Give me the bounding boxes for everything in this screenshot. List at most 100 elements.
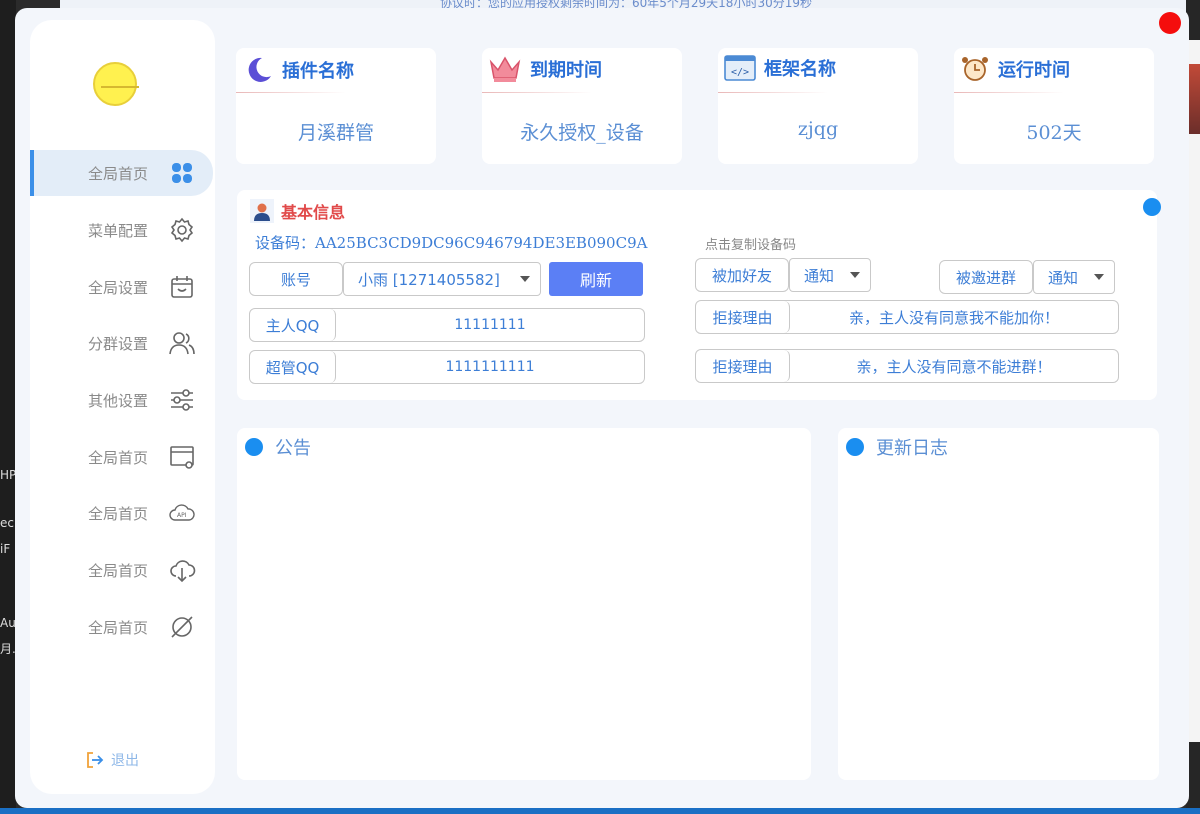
admin-qq-input[interactable]	[336, 351, 644, 383]
notice-title: 公告	[275, 438, 311, 459]
stat-card-runtime: 运行时间 502天	[954, 48, 1154, 164]
background-fragment: 月..	[0, 642, 16, 656]
sidebar-item-home-3[interactable]: 全局首页 API	[30, 490, 213, 536]
reject-reason-group-input[interactable]	[790, 350, 1118, 382]
stat-card-expire: 到期时间 永久授权_设备	[482, 48, 682, 164]
grid-icon	[172, 163, 192, 183]
background-fragment: ec	[0, 516, 14, 530]
chevron-down-icon	[850, 272, 860, 278]
user-profile-icon	[250, 199, 274, 223]
background-left-strip: HP ec iF Au 月..	[0, 0, 16, 814]
owner-qq-label: 主人QQ	[250, 309, 336, 341]
sidebar-item-menu-config[interactable]: 菜单配置	[30, 207, 213, 253]
logout-button[interactable]: 退出	[85, 750, 139, 770]
admin-qq-field: 超管QQ	[249, 350, 645, 384]
sidebar-item-global-settings[interactable]: 全局设置	[30, 264, 213, 310]
sliders-icon	[171, 389, 193, 411]
sidebar-item-label: 全局首页	[88, 164, 149, 183]
group-invite-select-value: 通知	[1048, 268, 1079, 287]
sidebar-item-home-4[interactable]: 全局首页	[30, 547, 213, 593]
sidebar-item-other-settings[interactable]: 其他设置	[30, 377, 213, 423]
group-invite-label-box: 被邀进群	[939, 260, 1033, 294]
users-icon	[169, 332, 195, 355]
basic-info-panel: 基本信息 设备码：AA25BC3CD9DC96C946794DE3EB090C9…	[237, 190, 1161, 400]
browser-gear-icon	[170, 446, 194, 469]
owner-qq-input[interactable]	[336, 309, 644, 341]
friend-add-select-value: 通知	[804, 266, 835, 285]
reject-reason-label: 拒接理由	[696, 350, 790, 382]
friend-add-label-box: 被加好友	[695, 258, 789, 292]
stat-value: zjqg	[797, 118, 839, 140]
account-label-box: 账号	[249, 262, 343, 296]
notice-dot	[245, 438, 263, 456]
account-select[interactable]: 小雨 [1271405582]	[343, 262, 541, 296]
moon-icon	[248, 57, 271, 82]
sidebar-item-label: 其他设置	[88, 391, 149, 410]
background-fragment: HP	[0, 468, 16, 482]
sidebar-item-label: 全局设置	[88, 278, 149, 297]
sidebar: 全局首页 菜单配置 全局设置 分群设置 其他设置 全局首页 全局首页 API 全…	[30, 20, 215, 794]
cloud-download-icon	[170, 560, 196, 583]
sidebar-item-label: 全局首页	[88, 618, 149, 637]
sidebar-item-home-2[interactable]: 全局首页	[30, 434, 213, 480]
copy-device-code-link[interactable]: 点击复制设备码	[705, 234, 796, 253]
taskbar-edge	[0, 808, 1200, 814]
changelog-title: 更新日志	[876, 438, 948, 459]
notice-panel: 公告	[237, 428, 811, 780]
logout-icon	[87, 752, 104, 768]
stat-value: 502天	[1026, 122, 1082, 144]
stat-card-plugin: 插件名称 月溪群管	[236, 48, 436, 164]
calendar-icon	[171, 276, 193, 298]
stat-title: 插件名称	[282, 61, 354, 82]
chevron-down-icon	[520, 276, 530, 282]
stat-title: 框架名称	[764, 59, 836, 80]
group-invite-label: 被邀进群	[955, 268, 1016, 287]
sidebar-item-group-settings[interactable]: 分群设置	[30, 320, 213, 366]
api-cloud-icon: API	[169, 504, 195, 521]
svg-text:</>: </>	[731, 67, 749, 78]
sidebar-item-label: 全局首页	[88, 504, 149, 523]
app-logo	[93, 62, 139, 106]
admin-qq-label: 超管QQ	[250, 351, 336, 383]
account-label: 账号	[280, 270, 311, 289]
friend-add-label: 被加好友	[711, 266, 772, 285]
reject-reason-group-field: 拒接理由	[695, 349, 1119, 383]
sidebar-item-home-5[interactable]: 全局首页	[30, 604, 213, 650]
close-button[interactable]	[1159, 12, 1181, 34]
reject-reason-friend-input[interactable]	[790, 301, 1118, 333]
sidebar-item-label: 分群设置	[88, 334, 149, 353]
sidebar-item-home[interactable]: 全局首页	[30, 150, 213, 196]
stat-value: 永久授权_设备	[520, 122, 644, 144]
stat-value: 月溪群管	[297, 122, 374, 144]
background-fragment: Au	[0, 616, 16, 630]
background-thumbnail	[1188, 64, 1200, 134]
gear-icon	[170, 217, 194, 243]
code-window-icon: </>	[724, 55, 756, 81]
svg-text:API: API	[177, 512, 187, 519]
background-fragment: iF	[0, 542, 11, 556]
reject-reason-friend-field: 拒接理由	[695, 300, 1119, 334]
changelog-panel: 更新日志	[838, 428, 1159, 780]
sidebar-item-label: 全局首页	[88, 448, 149, 467]
owner-qq-field: 主人QQ	[249, 308, 645, 342]
crown-icon	[489, 56, 521, 82]
app-window: 全局首页 菜单配置 全局设置 分群设置 其他设置 全局首页 全局首页 API 全…	[15, 8, 1189, 808]
alarm-clock-icon	[962, 57, 988, 81]
group-invite-select[interactable]: 通知	[1033, 260, 1115, 294]
stat-title: 到期时间	[530, 60, 602, 81]
basic-info-title: 基本信息	[281, 203, 346, 222]
account-select-value: 小雨 [1271405582]	[358, 270, 500, 289]
reject-reason-label: 拒接理由	[696, 301, 790, 333]
changelog-dot	[846, 438, 864, 456]
sidebar-item-label: 菜单配置	[88, 221, 149, 240]
chevron-down-icon	[1094, 274, 1104, 280]
device-code: 设备码：AA25BC3CD9DC96C946794DE3EB090C9A	[255, 232, 647, 253]
friend-add-select[interactable]: 通知	[789, 258, 871, 292]
device-code-label: 设备码：	[255, 234, 316, 252]
refresh-button[interactable]: 刷新	[549, 262, 643, 296]
planet-icon	[171, 616, 193, 638]
device-code-value: AA25BC3CD9DC96C946794DE3EB090C9A	[315, 234, 648, 252]
logout-label: 退出	[111, 753, 139, 769]
sidebar-item-label: 全局首页	[88, 561, 149, 580]
status-dot	[1143, 198, 1161, 216]
